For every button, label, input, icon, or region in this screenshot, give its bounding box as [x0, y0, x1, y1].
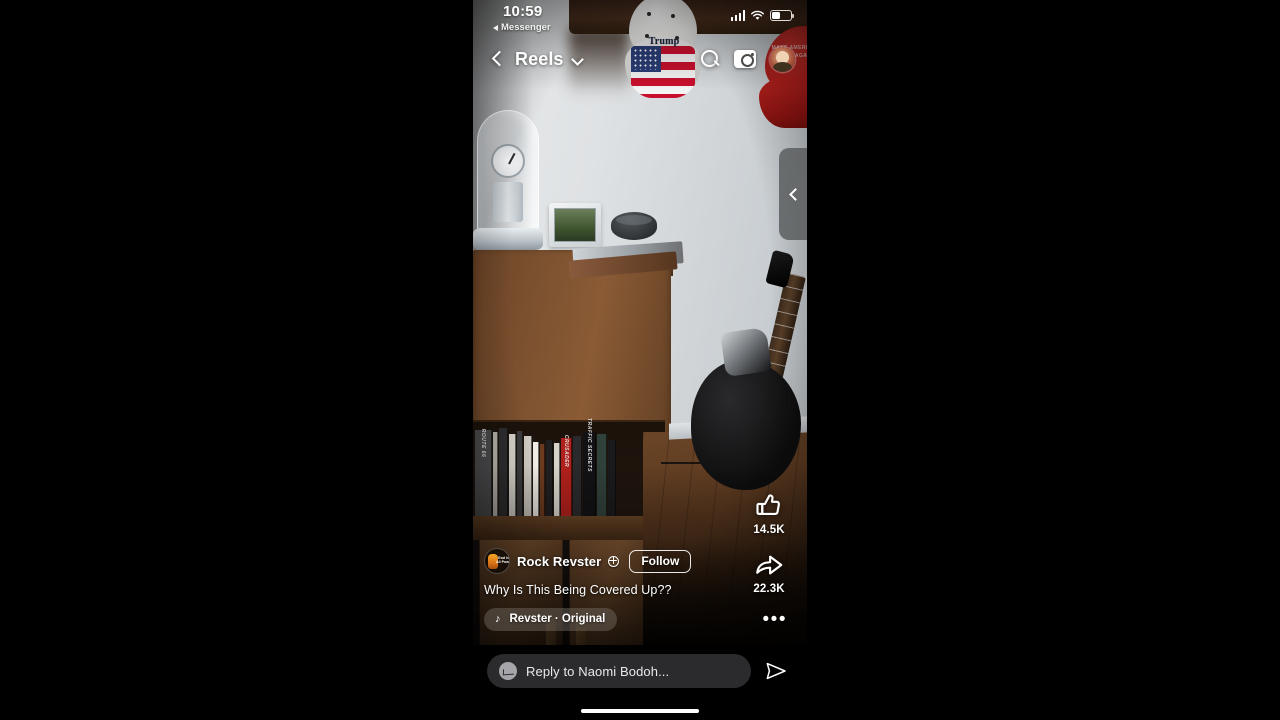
book-spine	[554, 443, 560, 520]
avatar-caption-text: God is All Powerful	[496, 556, 510, 565]
music-attribution[interactable]: ♪ Revster · Original	[484, 608, 618, 631]
reply-input[interactable]: Reply to Naomi Bodoh...	[487, 654, 751, 688]
book-spine	[540, 444, 545, 520]
send-button[interactable]	[759, 654, 793, 688]
back-app-label: Messenger	[501, 22, 551, 33]
like-count: 14.5K	[753, 524, 785, 536]
search-icon[interactable]	[701, 50, 720, 69]
guitar-tremolo	[720, 327, 772, 377]
book-spine	[499, 428, 508, 520]
electric-guitar	[691, 360, 801, 490]
thumbs-up-icon	[756, 494, 780, 515]
status-time: 10:59	[503, 3, 543, 20]
profile-avatar[interactable]	[770, 46, 795, 72]
reply-placeholder: Reply to Naomi Bodoh...	[526, 663, 670, 679]
book-spine	[509, 434, 516, 520]
shelf-base	[473, 516, 669, 540]
post-caption: Why Is This Being Covered Up??	[484, 583, 672, 597]
camera-icon[interactable]	[734, 50, 756, 68]
book-spine	[517, 431, 523, 520]
status-bar: 10:59 Messenger	[473, 0, 807, 34]
music-note-icon: ♪	[495, 613, 501, 625]
post-info: God is All Powerful Rock Revster Follow …	[484, 548, 734, 631]
author-name[interactable]: Rock Revster	[517, 554, 601, 569]
page-title: Reels	[515, 48, 564, 69]
book-spine	[533, 442, 539, 520]
chevron-down-icon[interactable]	[572, 54, 583, 65]
back-button[interactable]	[487, 49, 507, 69]
book-spine: ROUTE 66	[475, 429, 492, 520]
send-icon	[766, 662, 786, 680]
share-arrow-icon	[756, 555, 783, 575]
back-to-app-link[interactable]: Messenger	[493, 22, 551, 33]
anniversary-clock	[473, 110, 543, 256]
book-spine	[608, 440, 616, 520]
phone-viewport: Trump MAKE AMERICA GREAT AGAIN ROUTE 66C…	[473, 0, 807, 720]
status-icons	[730, 10, 795, 21]
messenger-icon	[499, 662, 517, 680]
cellular-signal-icon	[730, 10, 745, 21]
side-panel-toggle[interactable]	[779, 148, 807, 240]
music-label: Revster · Original	[509, 613, 606, 625]
book-spine	[546, 440, 553, 520]
globe-badge-icon	[608, 555, 620, 567]
header-actions	[701, 46, 795, 72]
book-spine	[493, 432, 498, 520]
home-indicator	[581, 709, 699, 713]
screenshot-root: Trump MAKE AMERICA GREAT AGAIN ROUTE 66C…	[0, 0, 1280, 720]
wifi-icon	[751, 10, 764, 20]
picture-frame	[549, 203, 601, 247]
author-avatar[interactable]: God is All Powerful	[484, 548, 510, 574]
book-spine: TRAFFIC SECRETS	[583, 418, 596, 520]
book-spine: CRUSADER	[561, 435, 572, 520]
battery-icon	[770, 10, 795, 21]
book-spine	[597, 434, 607, 520]
author-row: God is All Powerful Rock Revster Follow	[484, 548, 734, 574]
like-action[interactable]: 14.5K	[753, 491, 784, 536]
chevron-left-icon	[788, 187, 802, 201]
back-triangle-icon	[493, 24, 498, 31]
book-spine	[573, 436, 582, 520]
echo-dot-speaker	[611, 212, 657, 240]
reels-header: Reels	[473, 42, 807, 76]
book-row: ROUTE 66 CRUSADER TRAFFIC SECRETS	[473, 418, 665, 520]
more-options-icon[interactable]: •••	[763, 610, 787, 629]
share-count: 22.3K	[753, 583, 785, 595]
action-rail: 14.5K 22.3K	[741, 491, 797, 595]
share-action[interactable]: 22.3K	[753, 550, 784, 595]
book-spine	[524, 436, 532, 520]
follow-button[interactable]: Follow	[629, 549, 692, 573]
